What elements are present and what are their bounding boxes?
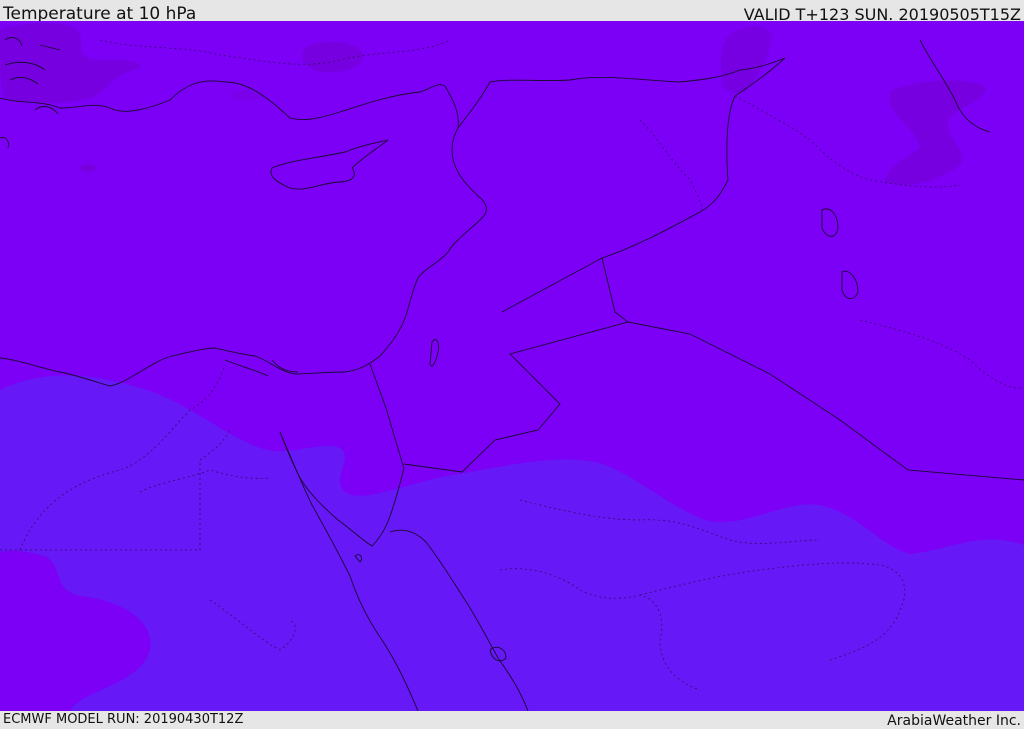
map-area <box>0 21 1024 711</box>
header-bar: Temperature at 10 hPa VALID T+123 SUN. 2… <box>0 0 1024 24</box>
dark-spot-small <box>80 164 96 172</box>
credit: ArabiaWeather Inc. <box>887 713 1021 729</box>
model-run: ECMWF MODEL RUN: 20190430T12Z <box>3 712 244 727</box>
footer-bar: ECMWF MODEL RUN: 20190430T12Z ArabiaWeat… <box>0 711 1024 729</box>
temperature-map <box>0 21 1024 711</box>
map-frame: Temperature at 10 hPa VALID T+123 SUN. 2… <box>0 0 1024 729</box>
dark-spot-anatolia <box>232 90 264 100</box>
